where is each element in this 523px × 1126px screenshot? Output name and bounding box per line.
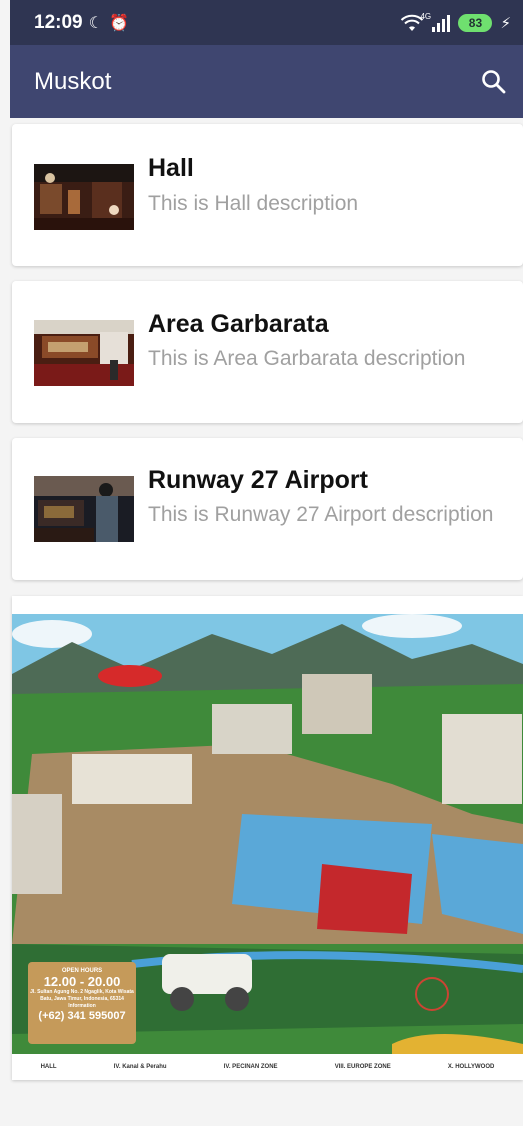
open-hours-value: 12.00 - 20.00 <box>43 974 121 989</box>
alarm-icon: ⏰ <box>108 14 129 32</box>
search-icon[interactable] <box>479 67 509 97</box>
item-title: Hall <box>148 154 194 182</box>
list-item[interactable]: Area Garbarata This is Area Garbarata de… <box>12 281 523 423</box>
item-title: Runway 27 Airport <box>148 466 368 494</box>
battery-icon: 83 <box>458 13 493 32</box>
item-thumbnail <box>34 476 134 542</box>
network-tag: 4G <box>420 11 432 21</box>
app-title: Muskot <box>34 67 112 95</box>
moon-icon: ☾ <box>88 14 103 32</box>
item-description: This is Runway 27 Airport description <box>148 503 494 526</box>
list-item[interactable]: Runway 27 Airport This is Runway 27 Airp… <box>12 438 523 580</box>
zone-label: IV. Kanal & Perahu <box>113 1064 167 1070</box>
map-address: Jl. Sultan Agung No. 2 Ngaglik, Kota Wis… <box>30 989 134 1002</box>
app-bar: Muskot <box>10 45 523 118</box>
zone-label: IV. PECINAN ZONE <box>223 1064 278 1070</box>
map-phone: (+62) 341 595007 <box>38 1010 126 1022</box>
status-time: 12:09 <box>34 11 83 33</box>
information-label: Information <box>68 1003 96 1009</box>
battery-level: 83 <box>468 15 483 30</box>
item-title: Area Garbarata <box>148 310 329 338</box>
item-thumbnail <box>34 320 134 386</box>
item-description: This is Hall description <box>148 192 359 215</box>
item-description: This is Area Garbarata description <box>148 347 466 370</box>
status-bar: 12:09 ☾ ⏰ 4G 83 ⚡ <box>10 0 523 45</box>
charging-icon: ⚡ <box>500 14 511 32</box>
list-item[interactable]: Hall This is Hall description <box>12 124 523 266</box>
map-zone-legend: HALL IV. Kanal & Perahu IV. PECINAN ZONE… <box>12 1054 523 1080</box>
zone-label: X. HOLLYWOOD <box>447 1064 495 1070</box>
open-hours-sign: OPEN HOURS 12.00 - 20.00 Jl. Sultan Agun… <box>28 962 136 1044</box>
zone-label: HALL <box>40 1064 57 1070</box>
signal-icon: 4G <box>420 12 451 32</box>
zone-label: VIII. EUROPE ZONE <box>334 1064 391 1070</box>
park-map: OPEN HOURS 12.00 - 20.00 Jl. Sultan Agun… <box>12 596 523 1080</box>
item-thumbnail <box>34 164 134 230</box>
